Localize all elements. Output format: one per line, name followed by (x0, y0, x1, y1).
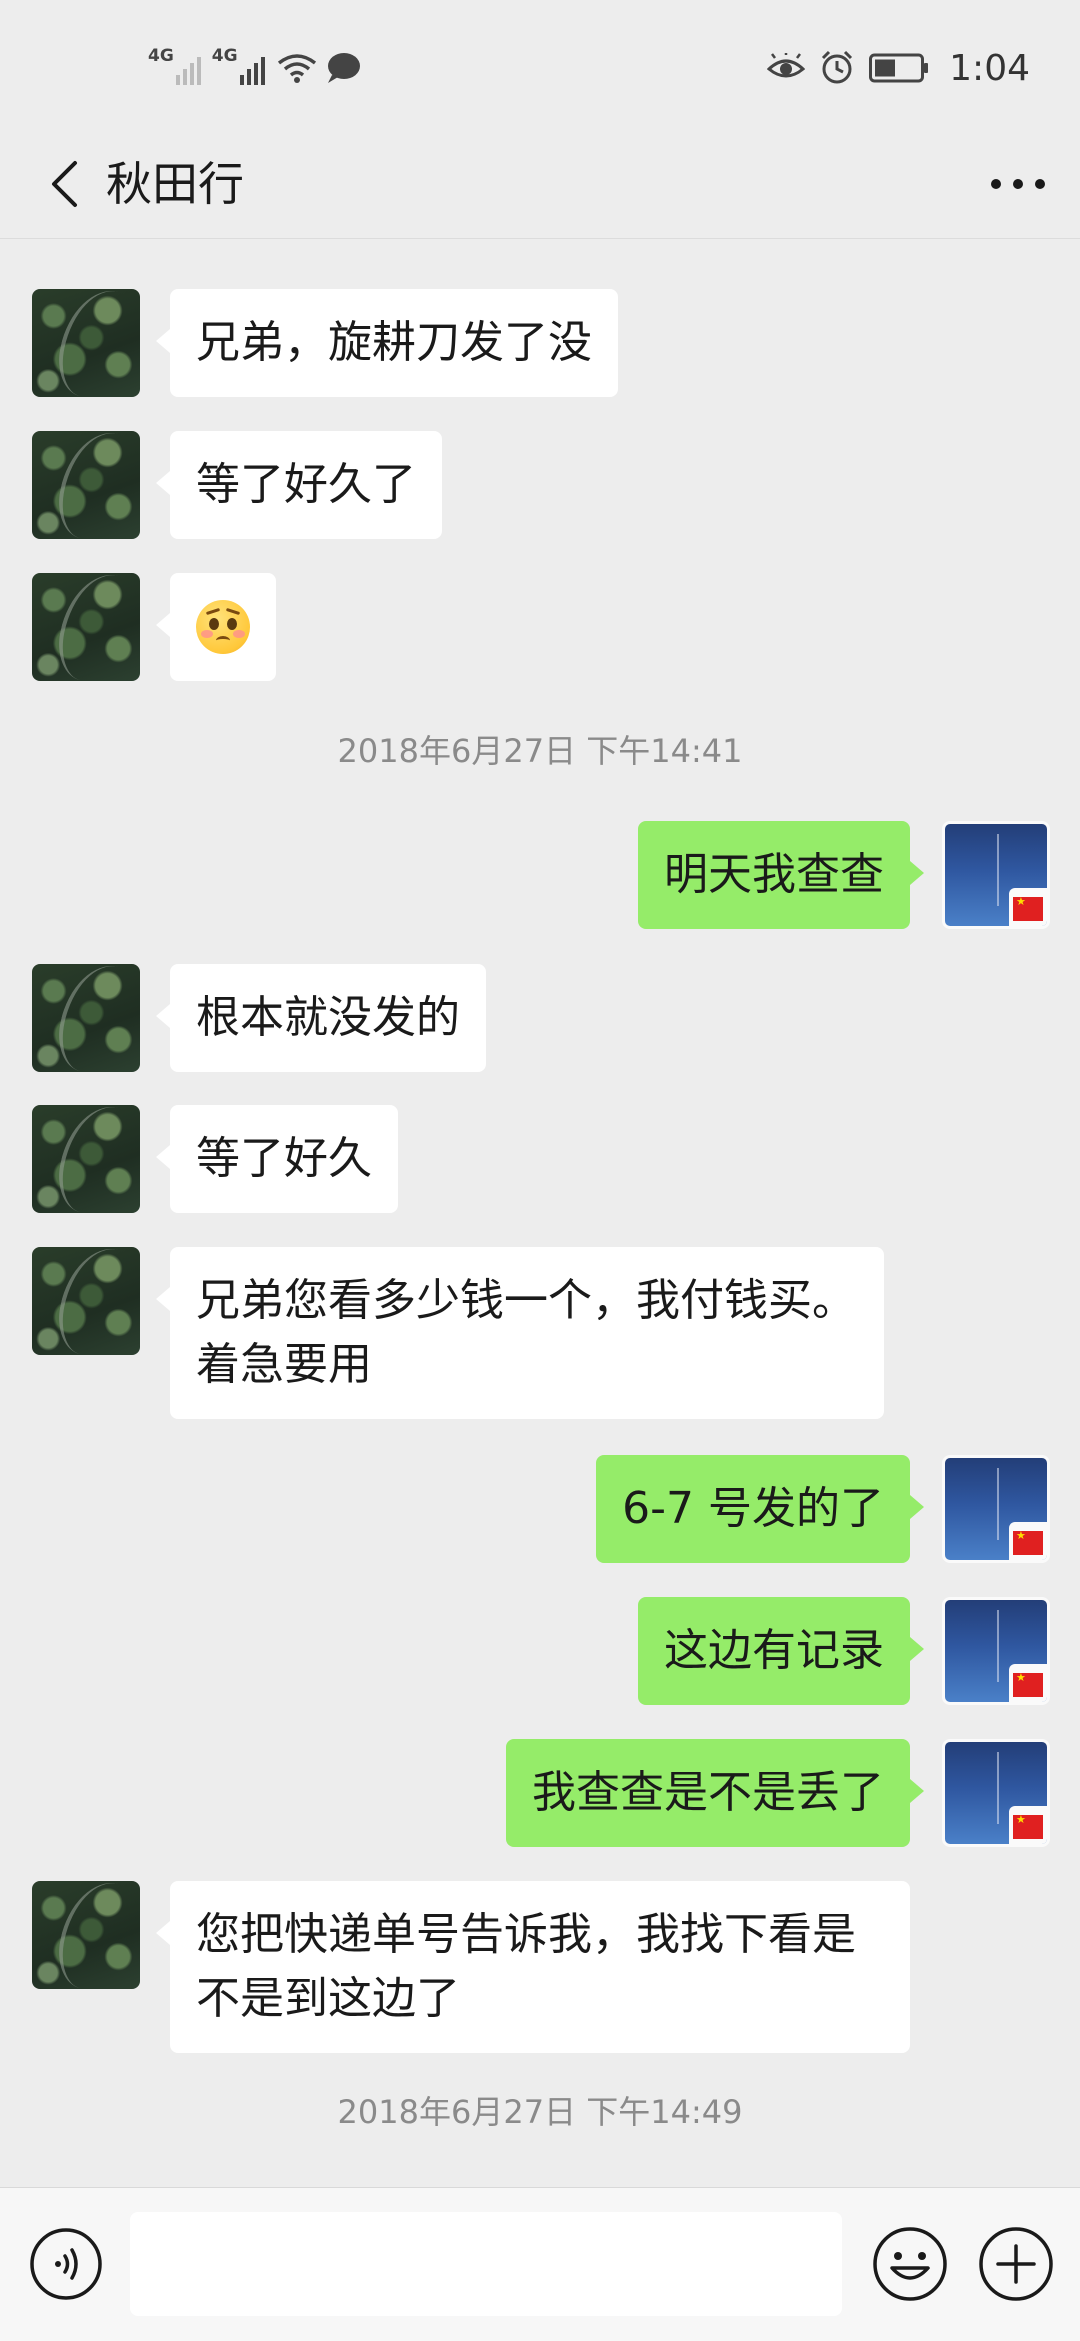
my-avatar[interactable] (942, 821, 1050, 929)
my-avatar[interactable] (942, 1455, 1050, 1563)
chat-title: 秋田行 (106, 157, 244, 211)
back-button[interactable] (30, 150, 98, 218)
message-bubble-incoming[interactable] (156, 573, 276, 681)
alarm-icon (822, 50, 853, 84)
china-flag-icon (1013, 895, 1043, 921)
message-bubble-outgoing[interactable]: 我查查是不是丢了 (506, 1739, 924, 1847)
china-flag-icon (1013, 1529, 1043, 1555)
contact-avatar[interactable] (32, 1881, 140, 1989)
message-bubble-outgoing[interactable]: 这边有记录 (638, 1597, 924, 1705)
my-avatar[interactable] (942, 1739, 1050, 1847)
status-left: 4G 4G (148, 40, 362, 96)
contact-avatar[interactable] (32, 964, 140, 1072)
my-avatar[interactable] (942, 1597, 1050, 1705)
emoji-icon[interactable] (870, 2224, 950, 2304)
battery-icon (869, 53, 929, 83)
message-input[interactable] (130, 2212, 842, 2316)
worried-face-emoji-icon (196, 600, 250, 654)
china-flag-icon (1013, 1813, 1043, 1839)
message-bubble-incoming[interactable]: 根本就没发的 (156, 964, 486, 1072)
message-bubble-incoming[interactable]: 等了好久了 (156, 431, 442, 539)
voice-input-icon[interactable] (28, 2226, 104, 2302)
message-bubble-incoming[interactable]: 兄弟您看多少钱一个，我付钱买。着急要用 (156, 1247, 884, 1419)
china-flag-icon (1013, 1671, 1043, 1697)
message-bubble-outgoing[interactable]: 明天我查查 (638, 821, 924, 929)
message-timestamp: 2018年6月27日 下午14:41 (337, 732, 743, 770)
network-type-2: 4G (211, 46, 238, 66)
eye-icon (767, 53, 806, 78)
status-time: 1:04 (949, 47, 1030, 89)
input-bar (0, 2187, 1080, 2341)
chat-header: 秋田行 (0, 130, 1080, 239)
contact-avatar[interactable] (32, 289, 140, 397)
more-button[interactable] (982, 152, 1054, 216)
message-timestamp: 2018年6月27日 下午14:49 (337, 2093, 743, 2131)
chat-message-list[interactable]: 兄弟，旋耕刀发了没 等了好久了 2018年6月27日 下午14:41 明天我查查… (0, 239, 1080, 2187)
contact-avatar[interactable] (32, 431, 140, 539)
status-bar: 4G 4G 1:04 (0, 0, 1080, 130)
contact-avatar[interactable] (32, 573, 140, 681)
contact-avatar[interactable] (32, 1247, 140, 1355)
status-right: 1:04 (767, 40, 1030, 96)
network-type-1: 4G (148, 46, 174, 66)
contact-avatar[interactable] (32, 1105, 140, 1213)
message-bubble-outgoing[interactable]: 6-7 号发的了 (596, 1455, 924, 1563)
chat-notification-icon (327, 53, 360, 83)
signal-icon (239, 57, 265, 85)
add-more-icon[interactable] (976, 2224, 1056, 2304)
message-bubble-incoming[interactable]: 兄弟，旋耕刀发了没 (156, 289, 618, 397)
wifi-icon (277, 54, 316, 83)
signal-icon (175, 57, 201, 85)
message-bubble-incoming[interactable]: 等了好久 (156, 1105, 398, 1213)
message-bubble-incoming[interactable]: 您把快递单号告诉我，我找下看是不是到这边了 (156, 1881, 910, 2053)
more-icon (991, 179, 1045, 189)
chevron-left-icon (52, 161, 77, 207)
